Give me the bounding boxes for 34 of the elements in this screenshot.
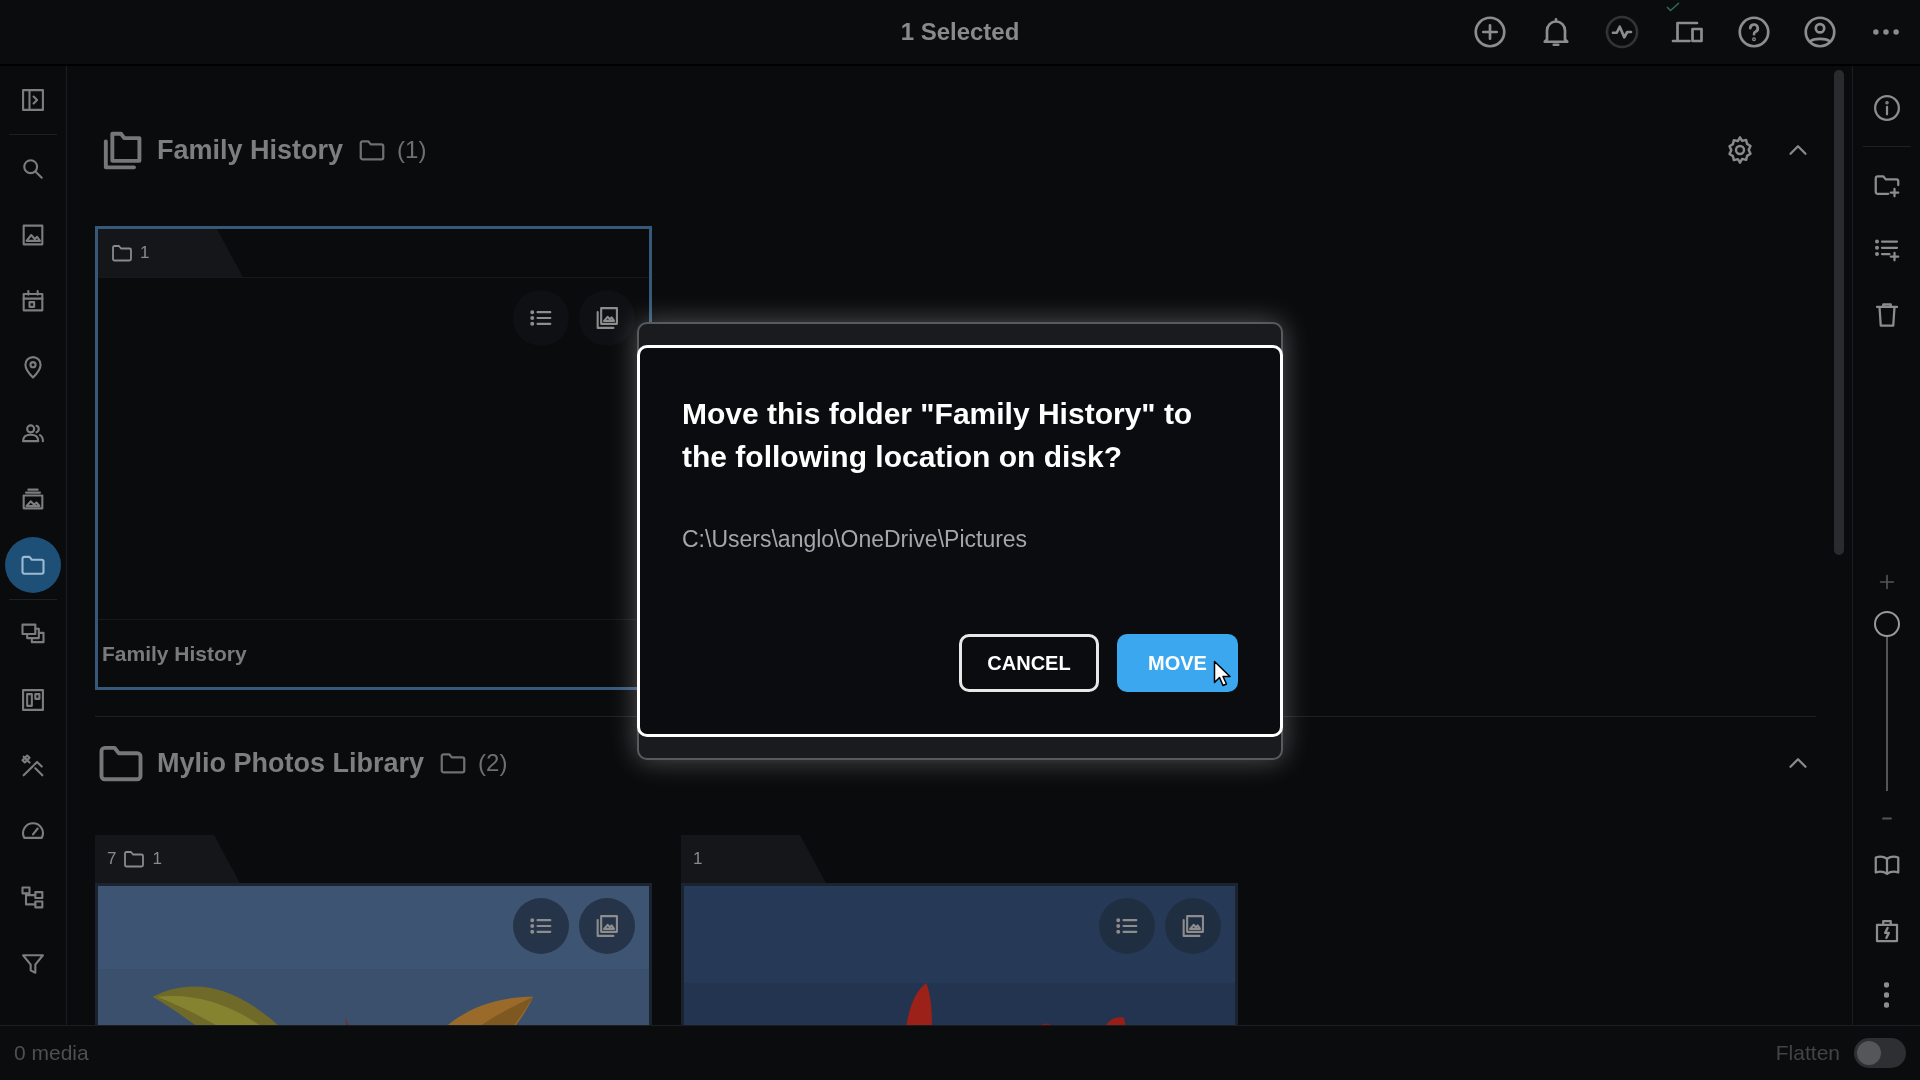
folder-name: Family History xyxy=(102,640,247,667)
activity-icon xyxy=(1604,14,1640,50)
folder-count: (2) xyxy=(478,748,508,778)
media-count: 1 xyxy=(693,848,703,871)
check-icon xyxy=(1666,2,1680,12)
zoom-slider[interactable] xyxy=(1873,611,1900,791)
info-icon xyxy=(1871,93,1902,123)
sidebar-toggle-icon xyxy=(19,86,47,114)
media-count: 0 media xyxy=(14,1040,89,1067)
cancel-button[interactable]: CANCEL xyxy=(959,634,1099,692)
selection-title: 1 Selected xyxy=(900,17,1020,47)
account-icon xyxy=(1802,14,1838,50)
media-count: 7 xyxy=(107,848,117,871)
folder-count: 1 xyxy=(140,242,150,265)
folder-count: (1) xyxy=(397,135,427,165)
help-icon xyxy=(1736,14,1772,50)
slider-thumb[interactable] xyxy=(1873,611,1900,637)
minus-icon xyxy=(1880,816,1893,820)
flatten-label: Flatten xyxy=(1775,1040,1840,1067)
folder-count: 1 xyxy=(152,848,162,871)
more-icon xyxy=(1873,29,1899,35)
scrollbar[interactable] xyxy=(1834,70,1844,555)
folder-card[interactable]: 1 Family History xyxy=(95,226,652,690)
section-title: Family History xyxy=(157,133,344,167)
add-icon xyxy=(1472,14,1508,50)
nav-button[interactable] xyxy=(5,537,61,593)
path-text: C:\Users\anglo\OneDrive\Pictures xyxy=(682,525,1029,554)
confirm-button[interactable]: MOVE xyxy=(1117,634,1238,692)
cursor-icon xyxy=(1213,660,1233,688)
dialog-title: Move this folder "Family History" to the following location on disk? xyxy=(682,396,1194,475)
layout-icon xyxy=(19,686,47,714)
section-title: Mylio Photos Library xyxy=(157,746,425,780)
flatten-toggle[interactable] xyxy=(1854,1038,1906,1068)
more-vertical-icon xyxy=(1884,982,1889,1008)
